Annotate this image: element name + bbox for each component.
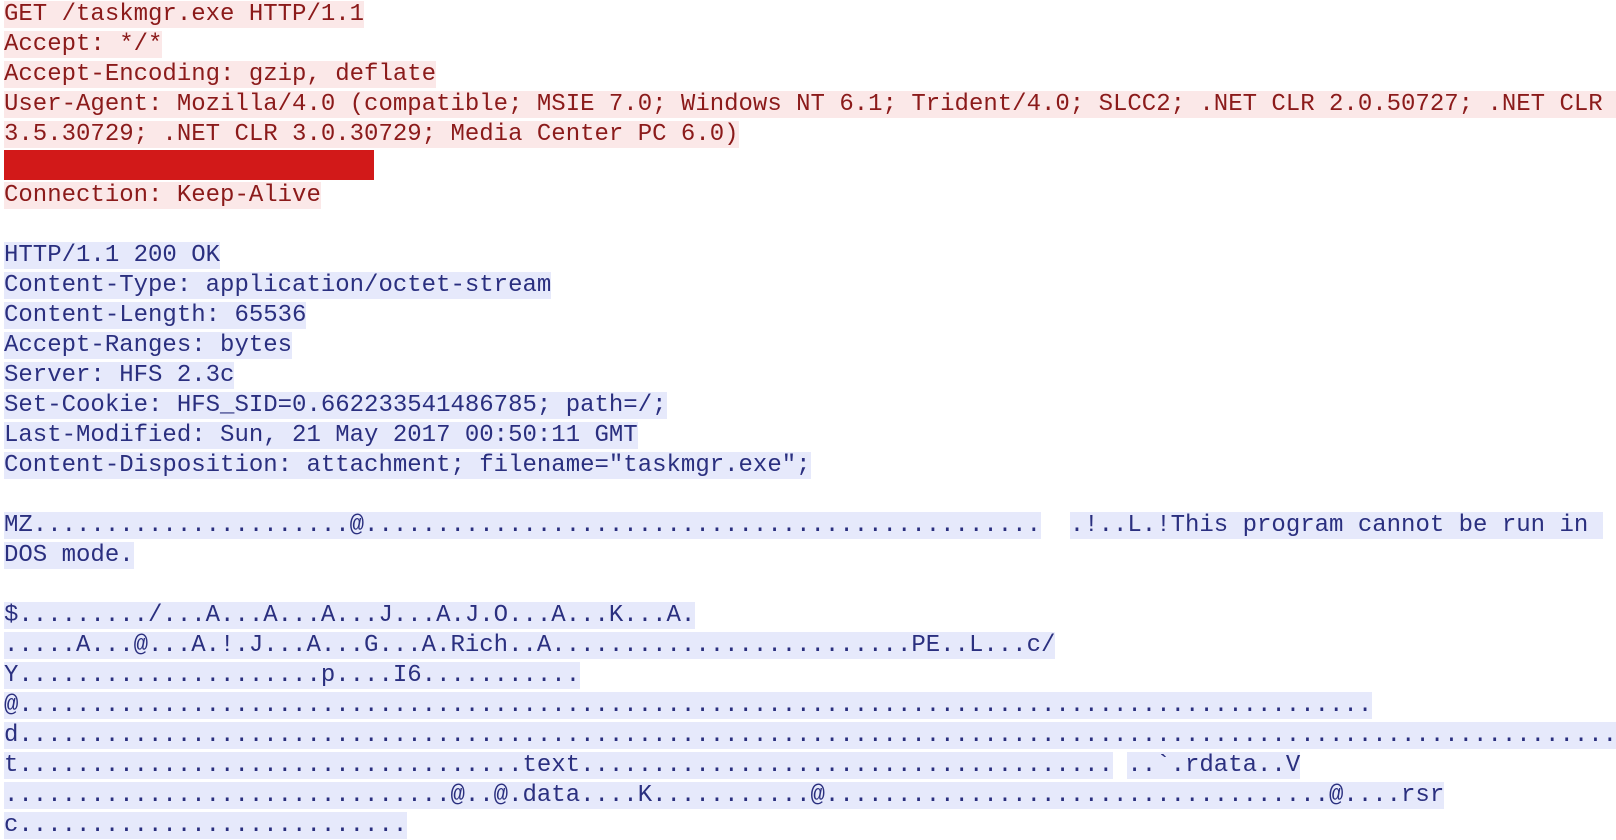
body-gap xyxy=(1041,512,1070,539)
response-body-hex: $........./...A...A...A...J...A.J.O...A.… xyxy=(4,602,695,629)
response-header-content-length: Content-Length: 65536 xyxy=(4,302,306,329)
request-header-accept: Accept: */* xyxy=(4,31,162,58)
request-header-user-agent: User-Agent: Mozilla/4.0 (compatible; MSI… xyxy=(4,91,1616,148)
response-body-hex: .....A...@...A.!.J...A...G...A.Rich..A..… xyxy=(4,632,1055,659)
response-status-line: HTTP/1.1 200 OK xyxy=(4,242,220,269)
response-header-content-disposition: Content-Disposition: attachment; filenam… xyxy=(4,452,811,479)
redacted-block xyxy=(4,150,374,180)
request-header-connection: Connection: Keep-Alive xyxy=(4,182,321,209)
response-header-last-modified: Last-Modified: Sun, 21 May 2017 00:50:11… xyxy=(4,422,638,449)
request-header-accept-encoding: Accept-Encoding: gzip, deflate xyxy=(4,61,436,88)
body-gap xyxy=(1113,752,1127,779)
response-body-hex: MZ......................@...............… xyxy=(4,512,1041,539)
request-line: GET /taskmgr.exe HTTP/1.1 xyxy=(4,1,364,28)
response-body-hex: ..`.rdata..V xyxy=(1127,752,1300,779)
response-body-hex: ...............................@..@.data… xyxy=(4,782,1444,839)
response-header-server: Server: HFS 2.3c xyxy=(4,362,234,389)
response-header-content-type: Content-Type: application/octet-stream xyxy=(4,272,551,299)
http-stream: GET /taskmgr.exe HTTP/1.1 Accept: */* Ac… xyxy=(0,0,1616,840)
response-header-accept-ranges: Accept-Ranges: bytes xyxy=(4,332,292,359)
response-body-hex: Y.....................p....I6...........… xyxy=(4,662,1616,779)
response-header-set-cookie: Set-Cookie: HFS_SID=0.662233541486785; p… xyxy=(4,392,667,419)
